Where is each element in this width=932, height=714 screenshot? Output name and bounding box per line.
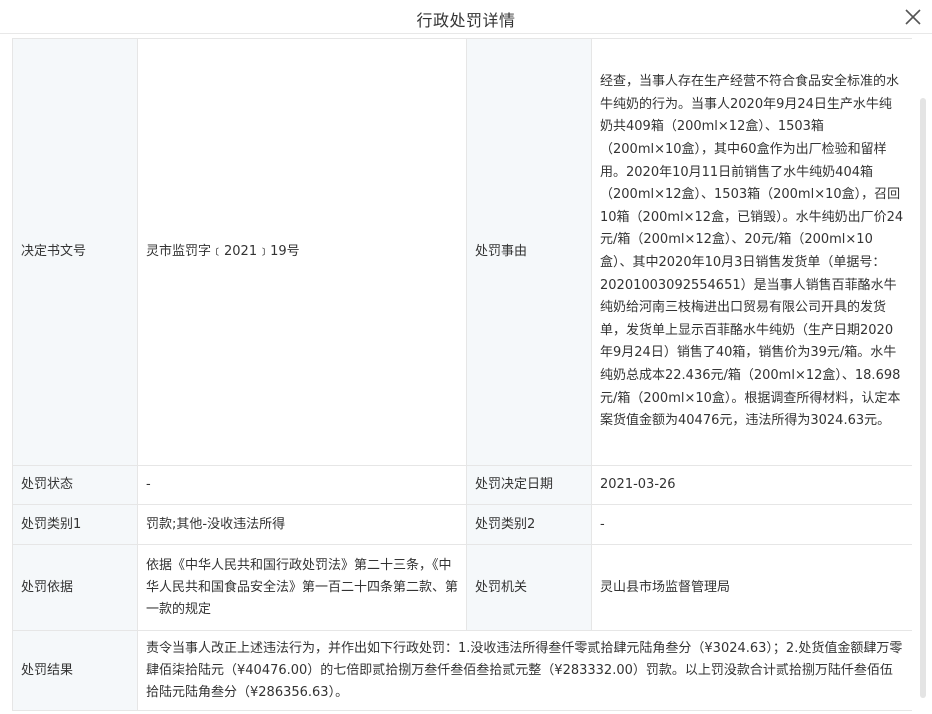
basis-value: 依据《中华人民共和国行政处罚法》第二十三条，《中华人民共和国食品安全法》第一百二… xyxy=(137,544,467,631)
basis-label: 处罚依据 xyxy=(12,544,138,631)
decision-no-label: 决定书文号 xyxy=(12,38,138,466)
decision-date-value: 2021-03-26 xyxy=(591,465,912,505)
reason-value: 经查，当事人存在生产经营不符合食品安全标准的水牛纯奶的行为。当事人2020年9月… xyxy=(591,38,912,466)
table-row: 决定书文号 灵市监罚字﹝2021﹞19号 处罚事由 经查，当事人存在生产经营不符… xyxy=(12,38,912,466)
category2-label: 处罚类别2 xyxy=(466,504,592,545)
status-label: 处罚状态 xyxy=(12,465,138,505)
table-row: 处罚结果 责令当事人改正上述违法行为，并作出如下行政处罚：1.没收违法所得叁仟零… xyxy=(12,630,912,711)
status-value: - xyxy=(137,465,467,505)
category2-value: - xyxy=(591,504,912,545)
table-row: 处罚依据 依据《中华人民共和国行政处罚法》第二十三条，《中华人民共和国食品安全法… xyxy=(12,544,912,631)
result-label: 处罚结果 xyxy=(12,630,138,711)
category1-label: 处罚类别1 xyxy=(12,504,138,545)
close-icon[interactable] xyxy=(902,6,924,28)
result-value: 责令当事人改正上述违法行为，并作出如下行政处罚：1.没收违法所得叁仟零贰拾肆元陆… xyxy=(137,630,912,711)
authority-label: 处罚机关 xyxy=(466,544,592,631)
decision-no-value: 灵市监罚字﹝2021﹞19号 xyxy=(137,38,467,466)
vertical-scrollbar[interactable] xyxy=(916,38,930,714)
table-row: 处罚类别1 罚款;其他-没收违法所得 处罚类别2 - xyxy=(12,504,912,545)
table-row: 处罚状态 - 处罚决定日期 2021-03-26 xyxy=(12,465,912,505)
modal-header: 行政处罚详情 xyxy=(0,0,932,34)
detail-table: 决定书文号 灵市监罚字﹝2021﹞19号 处罚事由 经查，当事人存在生产经营不符… xyxy=(12,38,912,711)
category1-value: 罚款;其他-没收违法所得 xyxy=(137,504,467,545)
penalty-detail-modal: 行政处罚详情 决定书文号 灵市监罚字﹝2021﹞19号 处罚事由 经查，当事人存… xyxy=(0,0,932,714)
decision-date-label: 处罚决定日期 xyxy=(466,465,592,505)
modal-title: 行政处罚详情 xyxy=(416,11,516,30)
detail-table-container: 决定书文号 灵市监罚字﹝2021﹞19号 处罚事由 经查，当事人存在生产经营不符… xyxy=(12,38,912,714)
reason-label: 处罚事由 xyxy=(466,38,592,466)
authority-value: 灵山县市场监督管理局 xyxy=(591,544,912,631)
scrollbar-thumb[interactable] xyxy=(920,98,926,698)
